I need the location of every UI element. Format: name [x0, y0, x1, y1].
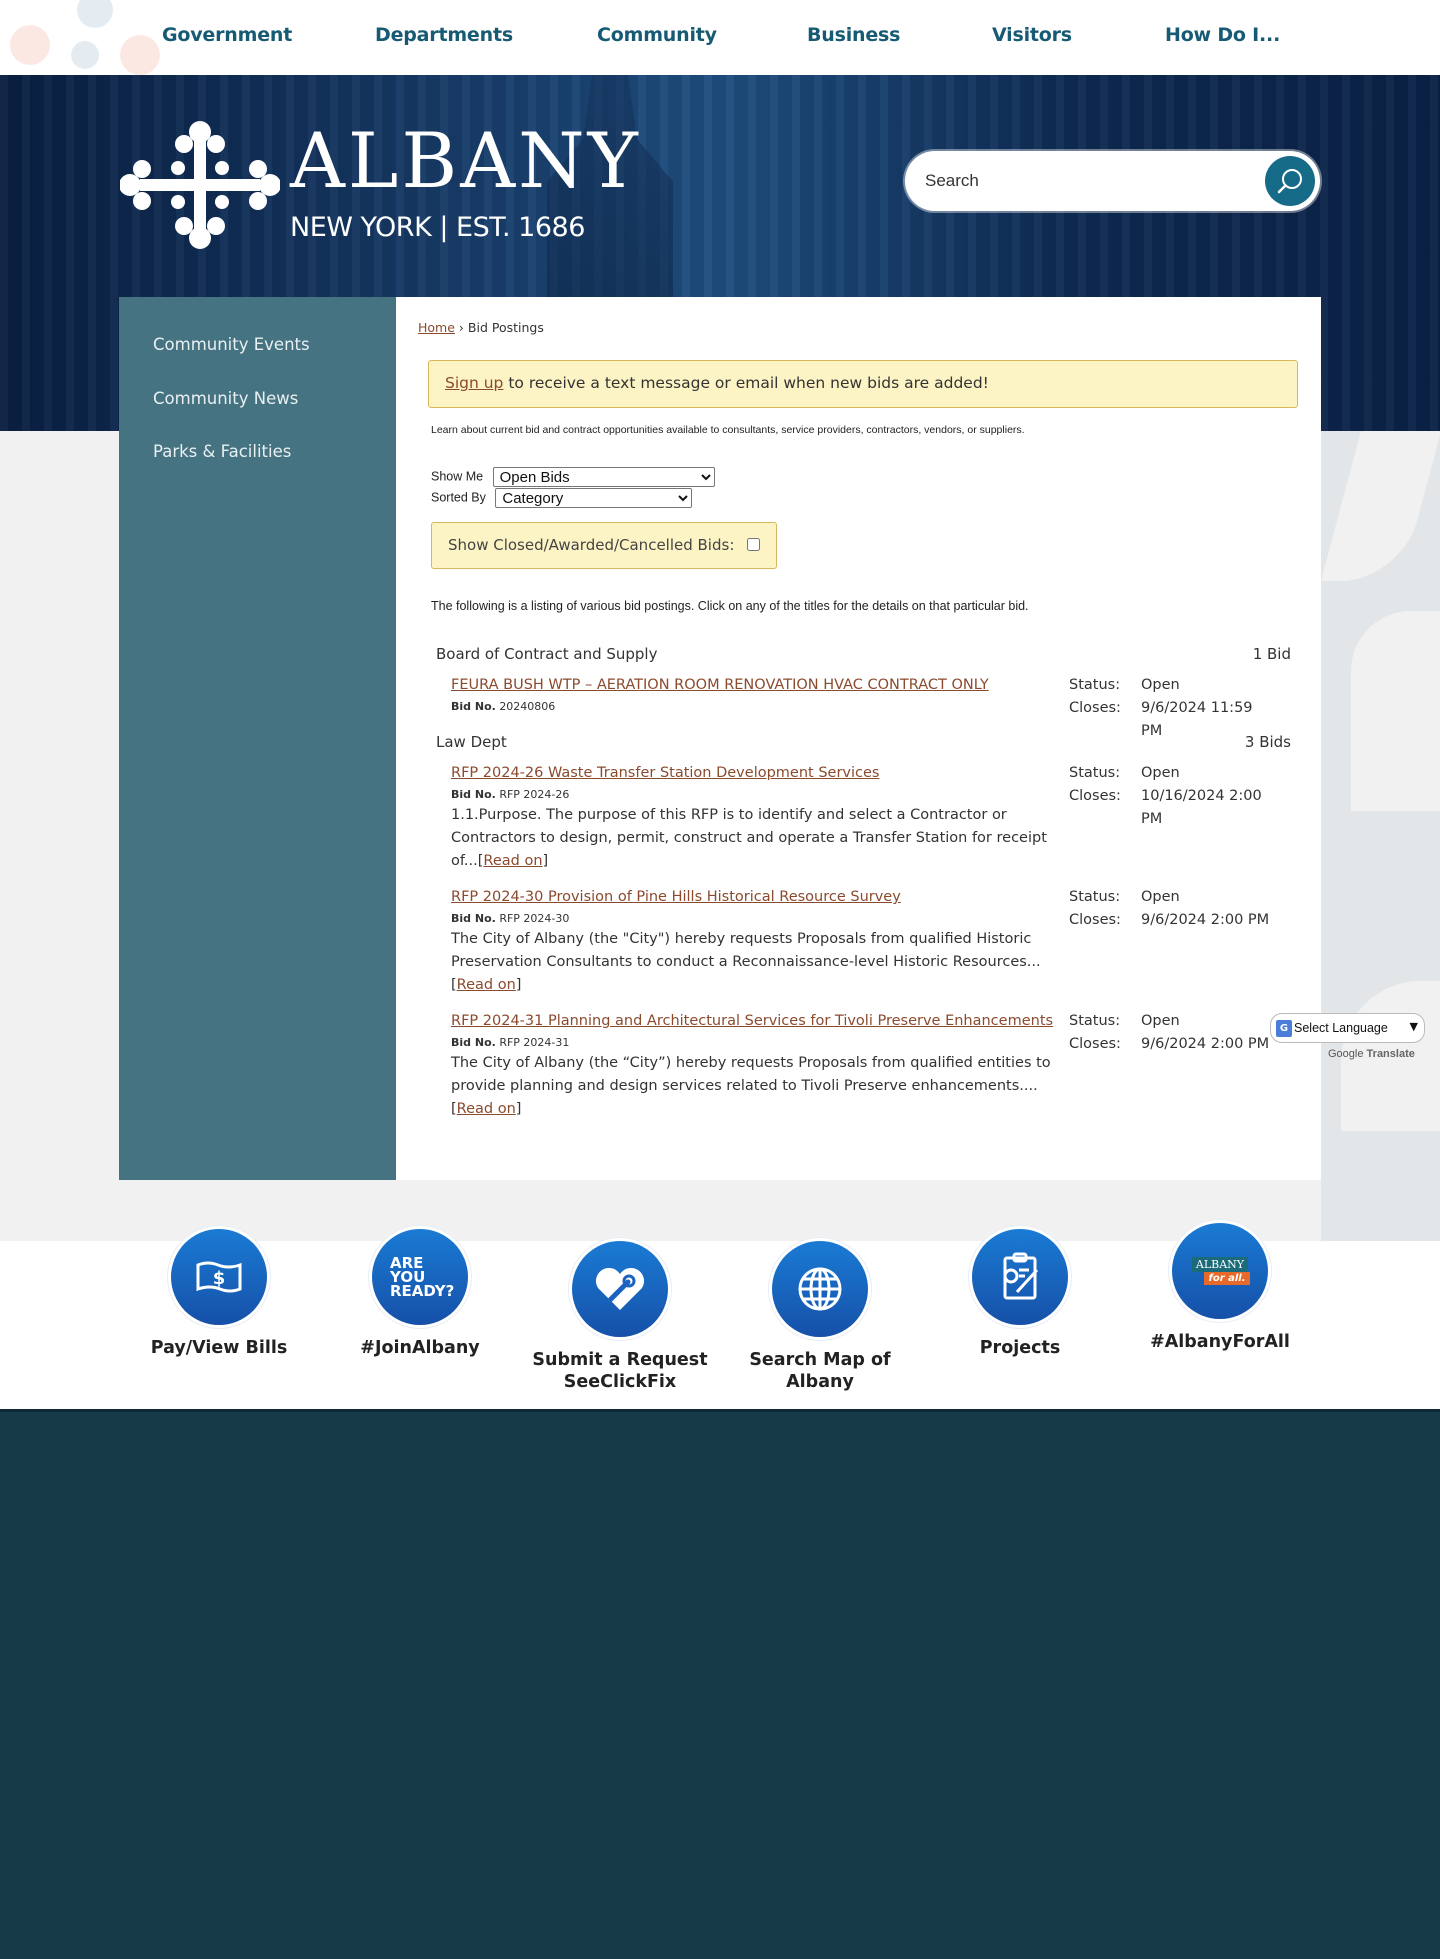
status-value: Open — [1141, 677, 1180, 693]
closes-value: 9/6/2024 2:00 PM — [1141, 1036, 1270, 1052]
breadcrumb-home[interactable]: Home — [418, 320, 455, 335]
sidebar-item-parks-facilities[interactable]: Parks & Facilities — [153, 442, 291, 461]
nav-government[interactable]: Government — [162, 24, 292, 46]
quick-link-join-albany[interactable]: ARE YOU READY? #JoinAlbany — [320, 1229, 520, 1359]
google-translate-credit[interactable]: Google Translate — [1328, 1048, 1415, 1060]
status-label: Status: — [1069, 1013, 1121, 1029]
quick-link-search-map[interactable]: Search Map of Albany — [720, 1241, 920, 1393]
listing-note: The following is a listing of various bi… — [431, 599, 1029, 613]
read-on-link[interactable]: Read on — [457, 977, 516, 993]
breadcrumb-current: Bid Postings — [467, 320, 544, 335]
category-count: 3 Bids — [1244, 733, 1291, 751]
category-count: 1 Bid — [1252, 645, 1291, 663]
search-icon — [1277, 169, 1302, 194]
quick-link-label: #AlbanyForAll — [1150, 1332, 1290, 1352]
quick-link-label: Pay/View Bills — [150, 1338, 288, 1358]
signup-notice: Sign up to receive a text message or ema… — [428, 360, 1298, 408]
bid-title-link[interactable]: FEURA BUSH WTP – AERATION ROOM RENOVATIO… — [451, 674, 1066, 697]
category-header: Law Dept 3 Bids — [436, 733, 1291, 751]
quick-link-label: Submit a Request SeeClickFix — [532, 1350, 708, 1392]
sidebar: Community Events Community News Parks & … — [119, 297, 396, 1180]
albany-logo[interactable]: ALBANY NEW YORK | EST. 1686 — [120, 116, 638, 255]
main-content: Home › Bid Postings Sign up to receive a… — [396, 297, 1321, 1180]
status-value: Open — [1141, 889, 1180, 905]
closes-value: 10/16/2024 2:00 PM — [1141, 788, 1262, 827]
page-background-left — [0, 431, 119, 1241]
quick-link-projects[interactable]: Projects — [920, 1229, 1120, 1359]
category-name: Board of Contract and Supply — [436, 645, 658, 663]
albany-emblem-icon — [120, 121, 280, 249]
show-me-select[interactable]: Open Bids — [492, 467, 715, 487]
breadcrumb-separator: › — [458, 320, 464, 335]
status-label: Status: — [1069, 677, 1121, 693]
quick-link-submit-request[interactable]: Submit a Request SeeClickFix — [520, 1241, 720, 1393]
language-select-label: Select Language — [1294, 1021, 1388, 1035]
nav-how-do-i[interactable]: How Do I... — [1165, 24, 1280, 46]
closes-label: Closes: — [1069, 1036, 1121, 1052]
read-on-link[interactable]: Read on — [483, 853, 542, 869]
signup-text: to receive a text message or email when … — [503, 374, 989, 392]
show-closed-checkbox[interactable] — [747, 538, 760, 551]
heart-wrench-icon — [572, 1241, 668, 1337]
status-label: Status: — [1069, 765, 1121, 781]
footer — [0, 1409, 1440, 1959]
status-value: Open — [1141, 1013, 1180, 1029]
bid-item: RFP 2024-31 Planning and Architectural S… — [451, 1010, 1291, 1121]
quick-link-label: Projects — [979, 1338, 1061, 1358]
show-closed-box: Show Closed/Awarded/Cancelled Bids: — [431, 522, 777, 569]
nav-visitors[interactable]: Visitors — [992, 24, 1072, 46]
bid-title-link[interactable]: RFP 2024-30 Provision of Pine Hills Hist… — [451, 886, 1066, 909]
signup-link[interactable]: Sign up — [445, 374, 503, 392]
bid-item: RFP 2024-30 Provision of Pine Hills Hist… — [451, 886, 1291, 997]
quick-link-pay-bills[interactable]: $ Pay/View Bills — [119, 1229, 319, 1359]
sorted-by-select[interactable]: Category — [495, 488, 693, 508]
bid-item: FEURA BUSH WTP – AERATION ROOM RENOVATIO… — [451, 674, 1291, 739]
read-on-link[interactable]: Read on — [457, 1101, 516, 1117]
breadcrumb: Home › Bid Postings — [418, 320, 544, 335]
closes-label: Closes: — [1069, 912, 1121, 928]
status-value: Open — [1141, 765, 1180, 781]
are-you-ready-icon: ARE YOU READY? — [372, 1229, 468, 1325]
top-navigation: Government Departments Community Busines… — [0, 0, 1440, 75]
bid-title-link[interactable]: RFP 2024-26 Waste Transfer Station Devel… — [451, 762, 1066, 785]
logo-subtitle: NEW YORK | EST. 1686 — [290, 212, 585, 243]
nav-departments[interactable]: Departments — [375, 24, 513, 46]
quick-link-label: #JoinAlbany — [360, 1338, 480, 1358]
show-closed-label: Show Closed/Awarded/Cancelled Bids: — [448, 536, 735, 554]
intro-text: Learn about current bid and contract opp… — [431, 424, 1025, 436]
sorted-by-label: Sorted By — [431, 490, 486, 505]
bid-title-link[interactable]: RFP 2024-31 Planning and Architectural S… — [451, 1010, 1066, 1033]
albany-for-all-icon: ALBANY for all. — [1172, 1223, 1268, 1319]
google-translate-icon: G — [1276, 1020, 1292, 1037]
closes-label: Closes: — [1069, 788, 1121, 804]
bid-description: The City of Albany (the "City") hereby r… — [451, 931, 1041, 993]
globe-icon — [772, 1241, 868, 1337]
site-search — [905, 151, 1320, 211]
quick-link-albany-for-all[interactable]: ALBANY for all. #AlbanyForAll — [1120, 1223, 1320, 1353]
nav-business[interactable]: Business — [807, 24, 900, 46]
sidebar-item-community-news[interactable]: Community News — [153, 389, 298, 408]
language-select[interactable]: G Select Language ▼ — [1270, 1013, 1425, 1043]
chevron-down-icon: ▼ — [1409, 1020, 1418, 1033]
category-name: Law Dept — [436, 733, 507, 751]
show-me-label: Show Me — [431, 469, 484, 484]
search-input[interactable] — [925, 165, 1245, 197]
logo-wordmark: ALBANY — [290, 116, 641, 205]
bid-description: 1.1.Purpose. The purpose of this RFP is … — [451, 807, 1047, 869]
sidebar-item-community-events[interactable]: Community Events — [153, 335, 310, 354]
bid-description: The City of Albany (the “City”) hereby r… — [451, 1055, 1051, 1117]
status-label: Status: — [1069, 889, 1121, 905]
category-header: Board of Contract and Supply 1 Bid — [436, 645, 1291, 663]
svg-text:$: $ — [213, 1268, 226, 1289]
closes-value: 9/6/2024 2:00 PM — [1141, 912, 1270, 928]
bid-item: RFP 2024-26 Waste Transfer Station Devel… — [451, 762, 1291, 873]
money-bill-icon: $ — [171, 1229, 267, 1325]
nav-community[interactable]: Community — [597, 24, 717, 46]
search-button[interactable] — [1265, 156, 1315, 206]
page-background-decoration — [1321, 431, 1440, 1241]
quick-link-label: Search Map of Albany — [749, 1350, 891, 1392]
quick-links: $ Pay/View Bills ARE YOU READY? #JoinAlb… — [0, 1223, 1440, 1409]
clipboard-gear-icon — [972, 1229, 1068, 1325]
closes-label: Closes: — [1069, 700, 1121, 716]
